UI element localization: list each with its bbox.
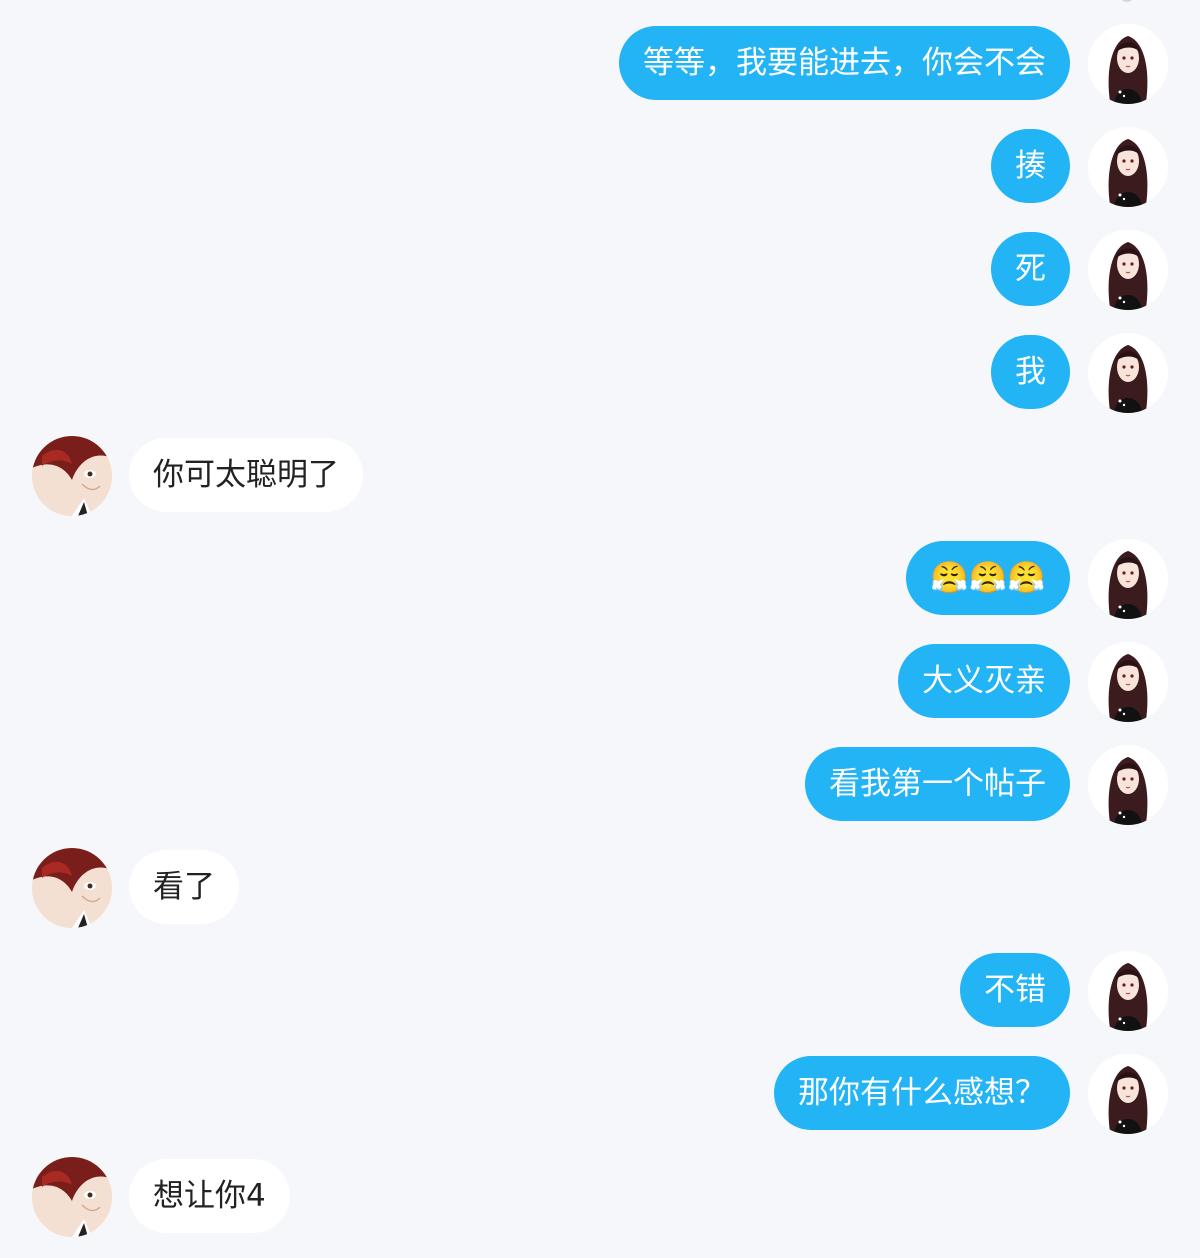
my-avatar[interactable]	[1088, 333, 1168, 413]
message-row-sent: 看我第一个帖子	[0, 745, 1200, 825]
message-bubble-sent[interactable]: 我	[991, 335, 1070, 409]
my-avatar[interactable]	[1088, 230, 1168, 310]
message-bubble-received[interactable]: 看了	[129, 850, 239, 924]
contact-avatar[interactable]	[32, 436, 112, 516]
message-bubble-sent[interactable]: 那你有什么感想？	[774, 1056, 1070, 1130]
message-row-sent: 等等，我要能进去，你会不会	[0, 24, 1200, 104]
message-row-sent: 揍	[0, 127, 1200, 207]
message-row-sent: 不错	[0, 951, 1200, 1031]
message-row-sent: 我	[0, 333, 1200, 413]
message-row-sent: 大义灭亲	[0, 642, 1200, 722]
message-bubble-sent[interactable]: 大义灭亲	[898, 644, 1070, 718]
message-bubble-sent[interactable]: 等等，我要能进去，你会不会	[619, 26, 1070, 100]
message-bubble-sent[interactable]: 😤😤😤	[906, 541, 1070, 615]
clipped-avatar-edge	[1120, 0, 1134, 2]
message-row-received: 看了	[0, 848, 1200, 928]
message-bubble-sent[interactable]: 死	[991, 232, 1070, 306]
chat-message-list[interactable]: 等等，我要能进去，你会不会 揍 死 我 你可太聪明了 😤😤😤 大义灭亲 看我第一…	[0, 0, 1200, 1258]
message-row-received: 想让你4	[0, 1157, 1200, 1237]
message-row-sent: 那你有什么感想？	[0, 1054, 1200, 1134]
message-bubble-sent[interactable]: 看我第一个帖子	[805, 747, 1070, 821]
my-avatar[interactable]	[1088, 127, 1168, 207]
message-row-sent: 😤😤😤	[0, 539, 1200, 619]
message-bubble-received[interactable]: 你可太聪明了	[129, 438, 363, 512]
message-row-sent: 死	[0, 230, 1200, 310]
contact-avatar[interactable]	[32, 848, 112, 928]
my-avatar[interactable]	[1088, 745, 1168, 825]
my-avatar[interactable]	[1088, 642, 1168, 722]
message-row-received: 你可太聪明了	[0, 436, 1200, 516]
my-avatar[interactable]	[1088, 1054, 1168, 1134]
message-bubble-received[interactable]: 想让你4	[129, 1159, 290, 1233]
message-bubble-sent[interactable]: 不错	[960, 953, 1070, 1027]
my-avatar[interactable]	[1088, 24, 1168, 104]
my-avatar[interactable]	[1088, 951, 1168, 1031]
my-avatar[interactable]	[1088, 539, 1168, 619]
message-bubble-sent[interactable]: 揍	[991, 129, 1070, 203]
contact-avatar[interactable]	[32, 1157, 112, 1237]
